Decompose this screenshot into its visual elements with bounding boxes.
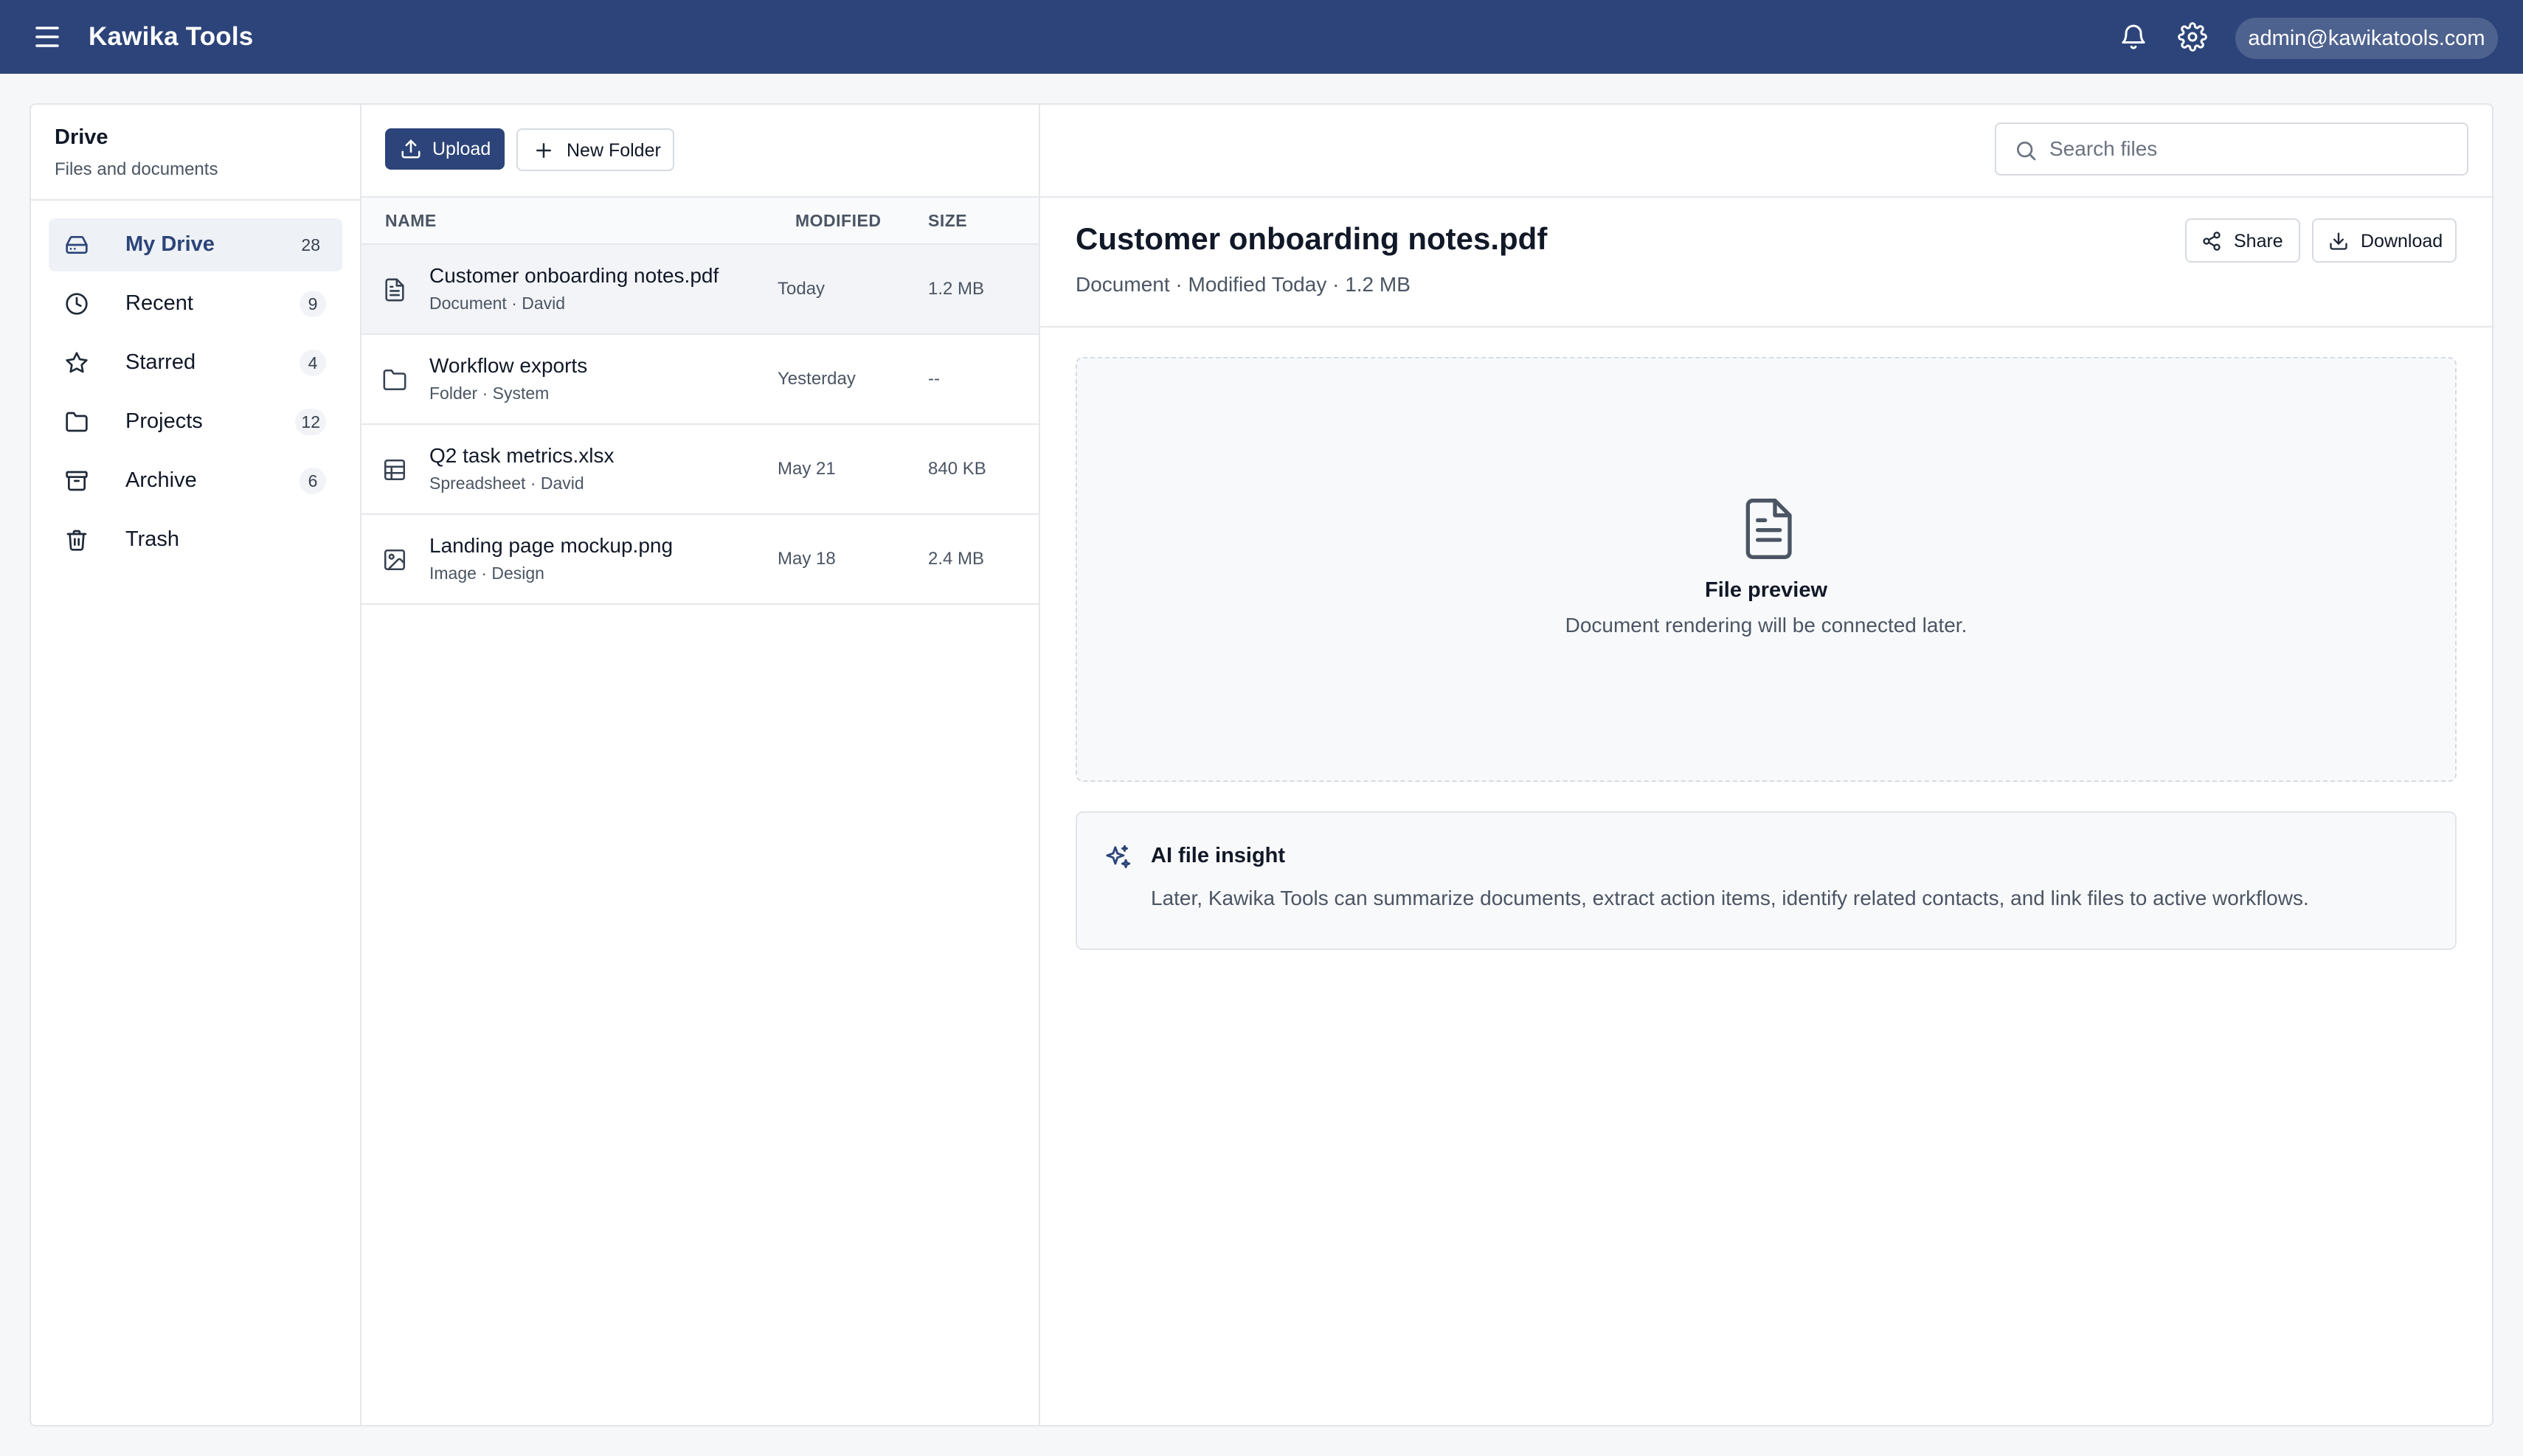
file-size: 1.2 MB — [928, 279, 985, 299]
sidebar-item-count: 9 — [300, 291, 326, 317]
sidebar-item-my-drive[interactable]: My Drive 28 — [49, 218, 342, 271]
file-meta: Document · David — [429, 294, 566, 313]
file-size: 840 KB — [928, 459, 986, 479]
detail-title: Customer onboarding notes.pdf — [1076, 221, 1548, 256]
insight-title: AI file insight — [1151, 844, 1286, 867]
sidebar-item-recent[interactable]: Recent 9 — [49, 277, 342, 330]
upload-icon — [400, 138, 422, 160]
file-detail-panel: Customer onboarding notes.pdf Document ·… — [1040, 105, 2492, 1425]
archive-icon — [65, 469, 89, 493]
sidebar-subtitle: Files and documents — [55, 159, 218, 179]
download-icon — [2328, 231, 2349, 252]
sidebar: Drive Files and documents My Drive 28 Re… — [31, 105, 361, 1425]
clock-icon — [65, 292, 89, 316]
menu-icon[interactable] — [32, 24, 62, 50]
drive-icon — [65, 233, 89, 257]
sidebar-item-projects[interactable]: Projects 12 — [49, 395, 342, 448]
column-header-modified[interactable]: MODIFIED — [795, 211, 881, 231]
new-folder-button[interactable]: New Folder — [516, 128, 674, 171]
file-meta: Image · Design — [429, 564, 544, 583]
file-table-header: NAME MODIFIED SIZE — [361, 196, 1039, 245]
share-label: Share — [2234, 231, 2283, 252]
folder-icon — [65, 410, 89, 434]
sidebar-item-count: 12 — [295, 409, 326, 435]
document-preview-icon — [1738, 496, 1797, 562]
file-row[interactable]: Landing page mockup.png Image · Design M… — [361, 515, 1039, 605]
insight-text: Later, Kawika Tools can summarize docume… — [1151, 887, 2309, 909]
sidebar-item-label: My Drive — [125, 232, 215, 256]
sidebar-item-count: 4 — [300, 350, 326, 376]
new-folder-label: New Folder — [567, 140, 661, 161]
spreadsheet-icon — [382, 457, 407, 482]
file-row[interactable]: Workflow exports Folder · System Yesterd… — [361, 335, 1039, 425]
sidebar-item-label: Archive — [125, 468, 197, 492]
download-button[interactable]: Download — [2312, 218, 2457, 263]
file-modified: May 18 — [778, 549, 836, 569]
file-size: -- — [928, 369, 940, 389]
sidebar-item-count: 6 — [300, 468, 326, 494]
sidebar-item-label: Starred — [125, 350, 196, 374]
file-meta: Folder · System — [429, 384, 550, 403]
search-input[interactable] — [2049, 134, 2448, 164]
upload-button[interactable]: Upload — [385, 128, 505, 170]
sidebar-item-count: 28 — [301, 235, 320, 254]
column-header-size[interactable]: SIZE — [928, 211, 967, 231]
file-meta: Spreadsheet · David — [429, 474, 584, 493]
file-name: Q2 task metrics.xlsx — [429, 444, 615, 467]
sidebar-item-label: Recent — [125, 291, 193, 315]
detail-meta: Document · Modified Today · 1.2 MB — [1076, 273, 1411, 296]
ai-insight-card: AI file insight Later, Kawika Tools can … — [1076, 811, 2457, 950]
preview-subtitle: Document rendering will be connected lat… — [1565, 614, 1967, 637]
file-row[interactable]: Q2 task metrics.xlsx Spreadsheet · David… — [361, 425, 1039, 515]
download-label: Download — [2361, 231, 2443, 252]
search-icon — [2014, 139, 2038, 162]
plus-icon — [533, 139, 555, 162]
file-name: Customer onboarding notes.pdf — [429, 264, 719, 287]
document-icon — [382, 277, 407, 302]
file-name: Landing page mockup.png — [429, 534, 674, 557]
sidebar-item-starred[interactable]: Starred 4 — [49, 336, 342, 389]
sidebar-item-label: Projects — [125, 409, 203, 433]
sidebar-header: Drive Files and documents — [31, 105, 360, 201]
file-preview-area: File preview Document rendering will be … — [1076, 357, 2457, 782]
file-name: Workflow exports — [429, 354, 588, 377]
file-size: 2.4 MB — [928, 549, 985, 569]
sparkles-icon — [1104, 844, 1132, 872]
column-header-name[interactable]: NAME — [385, 211, 437, 231]
top-bar: Kawika Tools admin@kawikatools.com — [0, 0, 2523, 74]
trash-icon — [65, 528, 89, 552]
sidebar-item-archive[interactable]: Archive 6 — [49, 454, 342, 507]
file-modified: May 21 — [778, 459, 836, 479]
star-icon — [65, 351, 89, 375]
preview-title: File preview — [1704, 578, 1827, 602]
sidebar-title: Drive — [55, 125, 108, 149]
file-modified: Yesterday — [778, 369, 856, 389]
notifications-bell-icon[interactable] — [2119, 22, 2148, 52]
file-modified: Today — [778, 279, 826, 299]
settings-gear-icon[interactable] — [2178, 22, 2207, 52]
account-button[interactable]: admin@kawikatools.com — [2235, 18, 2498, 59]
divider — [1040, 326, 2492, 327]
sidebar-item-label: Trash — [125, 527, 180, 551]
search-box[interactable] — [1995, 122, 2468, 176]
file-row[interactable]: Customer onboarding notes.pdf Document ·… — [361, 245, 1039, 335]
sidebar-item-trash[interactable]: Trash — [49, 513, 342, 566]
upload-label: Upload — [432, 139, 491, 159]
file-list-panel: Upload New Folder NAME MODIFIED SIZE Cus… — [361, 105, 1040, 1425]
drive-card: Drive Files and documents My Drive 28 Re… — [30, 103, 2493, 1426]
divider — [1040, 196, 2492, 198]
share-icon — [2201, 231, 2222, 252]
folder-icon — [382, 367, 407, 392]
image-icon — [382, 547, 407, 572]
app-title: Kawika Tools — [89, 22, 254, 51]
share-button[interactable]: Share — [2185, 218, 2300, 263]
